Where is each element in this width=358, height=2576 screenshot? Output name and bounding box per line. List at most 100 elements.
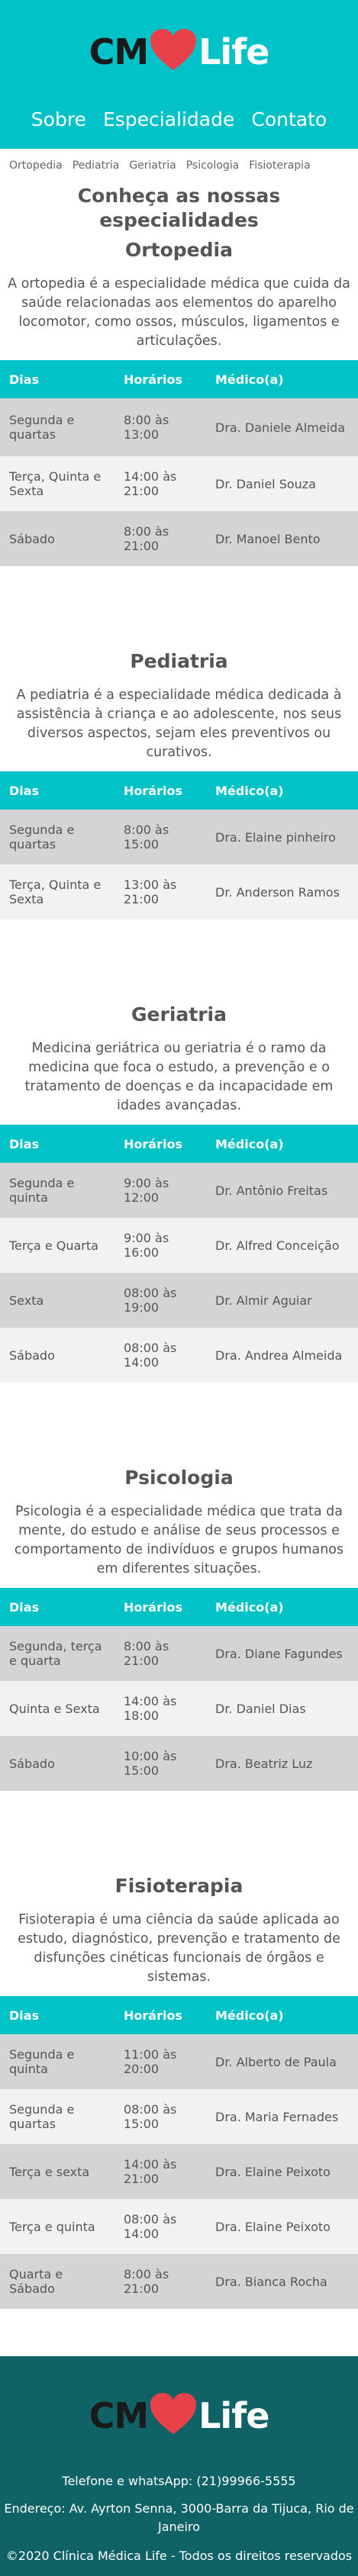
table-cell: Terça, Quinta e Sexta: [9, 469, 102, 498]
specialty-description: Psicologia é a especialidade médica que …: [14, 1504, 344, 1576]
table-cell: 14:00 às 18:00: [124, 1694, 177, 1723]
table-cell: 9:00 às 12:00: [124, 1176, 169, 1205]
table-header-cell: Médico(a): [215, 372, 284, 387]
table-header-cell: Dias: [9, 372, 40, 387]
table-row: Segunda e quartas 08:00 às 15:00 Dra. Mari…: [0, 2089, 358, 2144]
table-cell: Dra. Daniele Almeida: [215, 420, 346, 435]
table-cell: Terça e sexta: [9, 2164, 90, 2179]
specialty-title: Psicologia: [124, 1467, 234, 1489]
footer-logo[interactable]: CM Life: [0, 2393, 358, 2439]
specialty-title: Ortopedia: [125, 239, 233, 261]
table-row: Terça, Quinta e Sexta 13:00 às 21:00 Dr. A…: [0, 865, 358, 919]
nav-link-especialidade[interactable]: Especialidade: [103, 108, 234, 130]
table-cell: 9:00 às 16:00: [124, 1231, 169, 1260]
site-header: CM Life Sobre Especialidade Contato: [0, 0, 358, 149]
table-cell: Dr. Manoel Bento: [215, 531, 321, 546]
subnav-link-geriatria[interactable]: Geriatria: [129, 159, 176, 172]
footer-heart-icon: [150, 2393, 197, 2439]
table-cell: 10:00 às 15:00: [124, 1749, 177, 1778]
table-cell: 14:00 às 21:00: [124, 2157, 177, 2186]
table-cell: Sábado: [9, 1756, 55, 1771]
logo-text-life: Life: [198, 31, 269, 72]
table-cell: Dra. Elaine Peixoto: [215, 2164, 331, 2179]
table-header-row: Dias Horários Médico(a): [0, 771, 358, 810]
table-row: Segunda e quinta 9:00 às 12:00 Dr. Antônio…: [0, 1163, 358, 1218]
table-header-cell: Dias: [9, 2008, 40, 2023]
table-row: Sábado 10:00 às 15:00 Dra. Beatriz Luz: [0, 1736, 358, 1791]
specialty-title: Pediatria: [130, 650, 228, 672]
table-cell: 8:00 às 13:00: [124, 413, 169, 442]
table-cell: Segunda e quartas: [9, 823, 75, 852]
footer-address: Endereço: Av. Ayrton Senna, 3000-Barra d…: [4, 2501, 354, 2534]
table-header-cell: Horários: [124, 783, 182, 798]
nav-link-contato[interactable]: Contato: [251, 108, 327, 130]
table-cell: Segunda e quinta: [9, 2047, 75, 2076]
table-cell: Dr. Alberto de Paula: [215, 2054, 337, 2069]
specialty-subnav: Ortopedia Pediatria Geriatria Psicologia…: [0, 149, 358, 182]
subnav-link-fisioterapia[interactable]: Fisioterapia: [249, 159, 310, 172]
table-cell: Sexta: [9, 1293, 44, 1308]
table-cell: Dra. Diane Fagundes: [215, 1646, 343, 1661]
schedule-table: Dias Horários Médico(a) Segunda e quinta 11:…: [0, 1996, 358, 2309]
table-row: Sábado 08:00 às 14:00 Dra. Andrea Almeida: [0, 1328, 358, 1383]
table-header-cell: Médico(a): [215, 1136, 284, 1151]
subnav-link-pediatria[interactable]: Pediatria: [73, 159, 120, 172]
table-row: Segunda e quartas 8:00 às 15:00 Dra. Elain…: [0, 810, 358, 865]
specialty-description: A ortopedia é a especialidade médica que…: [8, 276, 350, 349]
footer-logo-text-cm: CM: [89, 2395, 150, 2436]
table-cell: Dr. Antônio Freitas: [215, 1183, 328, 1198]
footer-logo-text-life: Life: [198, 2395, 269, 2436]
table-cell: 8:00 às 21:00: [124, 1639, 169, 1668]
logo-text-cm: CM: [89, 31, 150, 72]
table-header-cell: Dias: [9, 1599, 40, 1615]
site-logo[interactable]: CM Life: [0, 29, 358, 75]
table-cell: 11:00 às 20:00: [124, 2047, 177, 2076]
specialties-list: Ortopedia A ortopedia é a especialidade m…: [0, 233, 358, 2356]
table-cell: Terça, Quinta e Sexta: [9, 877, 102, 906]
table-cell: Dra. Andrea Almeida: [215, 1348, 343, 1363]
table-cell: Sábado: [9, 531, 55, 546]
table-cell: Dr. Daniel Dias: [215, 1701, 306, 1716]
table-cell: 14:00 às 21:00: [124, 469, 177, 498]
table-header-row: Dias Horários Médico(a): [0, 1996, 358, 2034]
nav-link-sobre[interactable]: Sobre: [31, 108, 86, 130]
specialty-description: A pediatria é a especialidade médica ded…: [16, 687, 342, 760]
specialty-description: Medicina geriátrica ou geriatria é o ram…: [24, 1041, 334, 1113]
table-cell: 8:00 às 21:00: [124, 2267, 169, 2296]
table-row: Terça e sexta 14:00 às 21:00 Dra. Elaine P…: [0, 2144, 358, 2199]
table-cell: Dra. Elaine pinheiro: [215, 829, 336, 845]
specialty-title: Geriatria: [131, 1003, 227, 1026]
table-row: Terça e Quarta 9:00 às 16:00 Dr. Alfred Co…: [0, 1218, 358, 1273]
table-row: Segunda e quinta 11:00 às 20:00 Dr. Albert…: [0, 2034, 358, 2089]
schedule-table: Dias Horários Médico(a) Segunda, terça e qu…: [0, 1588, 358, 1791]
page-title: Conheça as nossas especialidades: [77, 185, 281, 231]
subnav-link-ortopedia[interactable]: Ortopedia: [9, 159, 63, 172]
table-header-cell: Horários: [124, 2008, 182, 2023]
table-header-cell: Médico(a): [215, 1599, 284, 1615]
table-cell: Dr. Almir Aguiar: [215, 1293, 312, 1308]
table-header-cell: Dias: [9, 1136, 40, 1151]
main-nav: Sobre Especialidade Contato: [0, 108, 358, 130]
specialty-section-fisioterapia: Fisioterapia Fisioterapia é uma ciência d…: [0, 1875, 358, 2356]
table-header-cell: Dias: [9, 783, 40, 798]
table-header-row: Dias Horários Médico(a): [0, 1588, 358, 1626]
footer-copyright: ©2020 Clínica Médica Life - Todos os dir…: [5, 2549, 353, 2563]
table-header-row: Dias Horários Médico(a): [0, 360, 358, 398]
specialty-section-ortopedia: Ortopedia A ortopedia é a especialidade m…: [0, 233, 358, 650]
table-cell: 08:00 às 14:00: [124, 1341, 177, 1370]
schedule-table: Dias Horários Médico(a) Segunda e quinta 9:0…: [0, 1125, 358, 1383]
schedule-table: Dias Horários Médico(a) Segunda e quartas 8:…: [0, 360, 358, 566]
table-header-cell: Médico(a): [215, 783, 284, 798]
table-cell: 13:00 às 21:00: [124, 877, 177, 906]
specialty-section-pediatria: Pediatria A pediatria é a especialidade m…: [0, 650, 358, 1003]
table-cell: Dr. Daniel Souza: [215, 476, 316, 491]
table-row: Segunda, terça e quarta 8:00 às 21:00 Dra.…: [0, 1626, 358, 1681]
subnav-link-psicologia[interactable]: Psicologia: [186, 159, 239, 172]
table-cell: Dra. Elaine Peixoto: [215, 2219, 331, 2234]
specialty-title: Fisioterapia: [114, 1875, 244, 1897]
table-header-cell: Horários: [124, 1136, 182, 1151]
